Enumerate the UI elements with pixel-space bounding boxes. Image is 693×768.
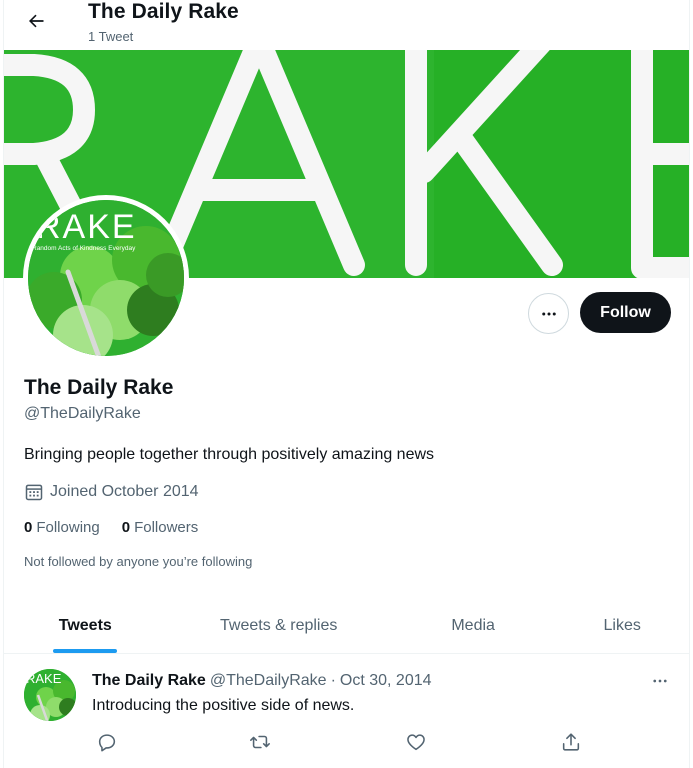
followers-link[interactable]: 0 Followers — [122, 519, 199, 536]
tab-tweets-and-replies[interactable]: Tweets & replies — [167, 598, 391, 653]
page-title: The Daily Rake — [88, 0, 239, 23]
following-count: 0 — [24, 519, 33, 536]
avatar-image: RAKE Random Acts of Kindness Everyday — [28, 200, 184, 356]
profile-bio: Bringing people together through positiv… — [24, 446, 435, 463]
tab-likes[interactable]: Likes — [555, 598, 689, 653]
followers-count: 0 — [121, 519, 131, 536]
active-tab-indicator — [53, 649, 117, 653]
tab-label: Likes — [603, 616, 641, 634]
tweet-author-name[interactable]: The Daily Rake — [92, 672, 206, 690]
profile-tabs: Tweets Tweets & replies Media Likes — [4, 598, 689, 654]
tab-tweets[interactable]: Tweets — [4, 598, 167, 653]
not-followed-notice: Not followed by anyone you’re following — [24, 554, 253, 569]
more-options-button[interactable] — [528, 293, 569, 334]
joined-date: Joined October 2014 — [24, 482, 199, 502]
like-icon[interactable] — [405, 731, 427, 753]
follow-button[interactable]: Follow — [580, 292, 671, 333]
following-label: Following — [36, 519, 100, 536]
tweet-count: 1 Tweet — [88, 29, 134, 44]
tab-label: Tweets & replies — [220, 616, 338, 634]
followers-label: Followers — [134, 519, 199, 536]
tweet-text: Introducing the positive side of news. — [92, 697, 355, 714]
tweet-separator: · — [330, 672, 336, 689]
top-bar: The Daily Rake 1 Tweet — [4, 0, 689, 50]
tweet-item[interactable]: RAKE The Daily Rake @TheDailyRake · Oct … — [4, 655, 689, 768]
follow-stats: 0 Following 0 Followers — [24, 519, 220, 536]
tweet-date[interactable]: Oct 30, 2014 — [340, 672, 432, 690]
following-link[interactable]: 0 Following — [24, 519, 100, 536]
reply-icon[interactable] — [96, 731, 118, 753]
tab-label: Media — [451, 616, 495, 634]
more-dots-icon — [541, 312, 556, 315]
profile-handle: @TheDailyRake — [24, 405, 141, 422]
joined-label: Joined October 2014 — [50, 483, 199, 500]
avatar-tagline: Random Acts of Kindness Everyday — [32, 245, 136, 252]
tweet-avatar[interactable]: RAKE — [24, 669, 76, 721]
back-arrow-icon[interactable] — [23, 8, 49, 34]
tweet-actions — [92, 731, 592, 755]
tweet-more-icon[interactable] — [650, 671, 670, 691]
tab-media[interactable]: Media — [391, 598, 556, 653]
tab-label: Tweets — [58, 616, 112, 634]
calendar-icon — [25, 484, 43, 501]
share-icon[interactable] — [560, 731, 582, 753]
retweet-icon[interactable] — [249, 731, 271, 753]
tweet-author-handle[interactable]: @TheDailyRake — [210, 672, 327, 690]
tweet-avatar-text: RAKE — [26, 671, 62, 686]
profile-name: The Daily Rake — [24, 376, 174, 399]
profile-avatar[interactable]: RAKE Random Acts of Kindness Everyday — [23, 195, 189, 361]
tweet-header: The Daily Rake @TheDailyRake · Oct 30, 2… — [92, 672, 432, 690]
profile-page: The Daily Rake 1 Tweet RAKE Random Acts … — [3, 0, 690, 768]
